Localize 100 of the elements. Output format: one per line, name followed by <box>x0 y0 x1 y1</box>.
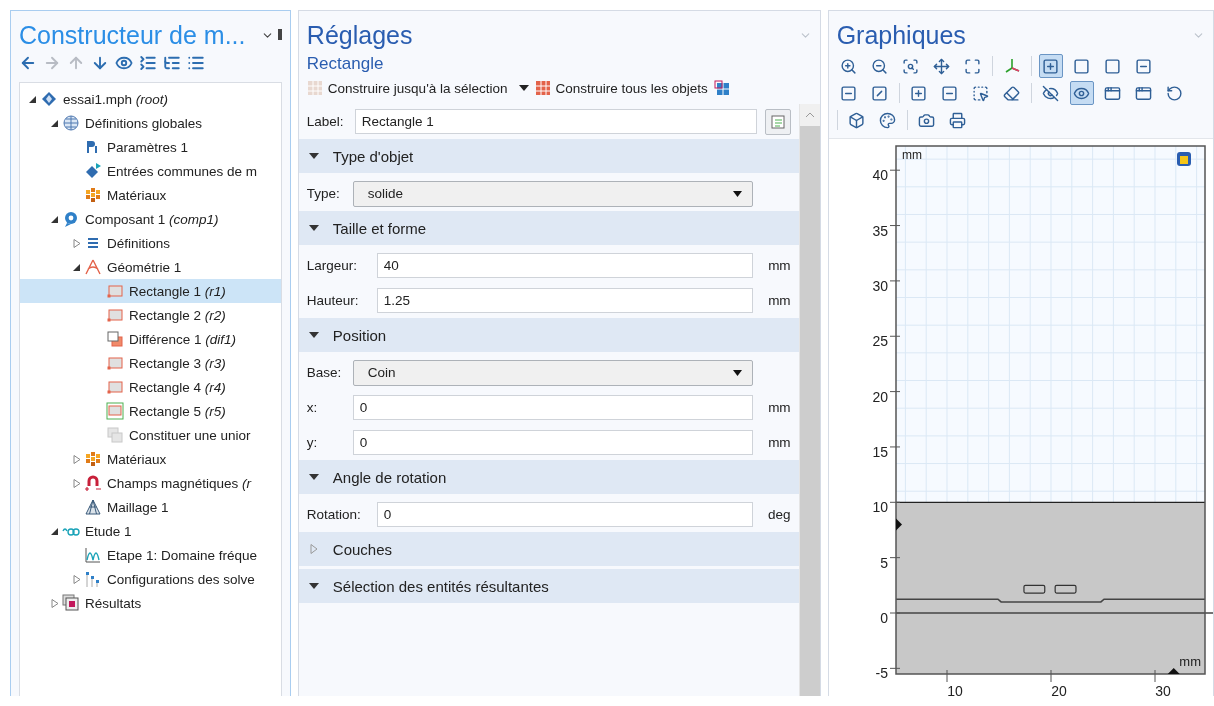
axis-tick-label: 40 <box>872 167 888 184</box>
solver-icon <box>84 570 102 588</box>
tree-item-label: Différence 1 (dif1) <box>129 331 237 347</box>
expand-arrow-icon[interactable] <box>73 238 81 248</box>
expand-all-icon[interactable] <box>163 54 181 72</box>
tree-item-label: Géométrie 1 <box>107 259 182 275</box>
field-label: x: <box>306 400 319 415</box>
input-field[interactable]: 40 <box>376 253 753 278</box>
expand-arrow-icon[interactable] <box>73 574 81 584</box>
panel-title: Graphiques <box>836 21 966 50</box>
tree-item[interactable]: essai1.mph (root) <box>20 87 281 111</box>
axis-tick-label: 0 <box>879 610 888 626</box>
build-button[interactable]: Construire jusqu'à la sélection <box>306 80 529 96</box>
axis-tick-label: 30 <box>1154 683 1171 696</box>
tree-item[interactable]: Rectangle 2 (r2) <box>20 303 281 327</box>
input-field[interactable]: 0 <box>352 430 753 455</box>
tree-item[interactable]: Différence 1 (dif1) <box>20 327 281 351</box>
section-header[interactable]: Type d'objet <box>298 139 799 173</box>
unit-label: mm <box>767 258 791 273</box>
grid-icon <box>534 80 551 96</box>
unit-label: mm <box>767 400 791 415</box>
field-label: Label: <box>306 114 345 129</box>
cube-arrow-icon <box>84 162 102 180</box>
tree-item[interactable]: Géométrie 1 <box>20 255 281 279</box>
caret-icon <box>732 190 742 197</box>
tree-item-label: Rectangle 5 (r5) <box>129 403 226 419</box>
unit-label: mm <box>767 435 791 450</box>
tree-item[interactable]: Résultats <box>20 591 281 615</box>
tree-item[interactable]: Matériaux <box>20 447 281 471</box>
field-label: Hauteur: <box>306 293 360 308</box>
tree-item[interactable]: Etude 1 <box>20 519 281 543</box>
geometry-domain[interactable] <box>895 502 1205 674</box>
collapse-arrow-icon[interactable] <box>29 94 37 104</box>
axis-tick-label: 20 <box>1050 683 1067 696</box>
input-field[interactable]: 1.25 <box>376 288 753 313</box>
materials-icon <box>84 450 102 468</box>
eye-icon[interactable] <box>1069 81 1094 105</box>
collapse-all-icon[interactable] <box>139 54 157 72</box>
small-rectangle[interactable] <box>1023 584 1045 594</box>
axis-tick-label: 5 <box>879 554 888 571</box>
expand-arrow-icon[interactable] <box>73 478 81 488</box>
tree-item-label: Champs magnétiques (r <box>107 475 252 491</box>
collapse-arrow-icon[interactable] <box>51 214 59 224</box>
section-header[interactable]: Angle de rotation <box>298 460 799 494</box>
selection-grid-icon[interactable] <box>713 80 730 96</box>
tree-item-label: Paramètres 1 <box>107 139 189 155</box>
tree-item[interactable]: Champs magnétiques (r <box>20 471 281 495</box>
graphics-canvas[interactable]: 40 35 30 25 20 15 10 5 0 -5 10 20 30 mm mm <box>828 138 1213 696</box>
back-icon[interactable] <box>19 54 37 72</box>
dropdown[interactable]: solide <box>352 180 753 207</box>
difference-icon <box>106 330 124 348</box>
select-icon[interactable] <box>1038 54 1063 78</box>
dropdown[interactable]: Coin <box>352 359 753 386</box>
tree-item[interactable]: Etape 1: Domaine fréque <box>20 543 281 567</box>
collapse-arrow-icon[interactable] <box>51 118 59 128</box>
section-header[interactable]: Sélection des entités résultantes <box>298 569 799 603</box>
input-field[interactable]: 0 <box>376 502 753 527</box>
scrollbar[interactable] <box>798 104 820 696</box>
section-header[interactable]: Taille et forme <box>298 211 799 245</box>
pin-icon[interactable] <box>277 29 282 40</box>
tree-item[interactable]: Rectangle 3 (r3) <box>20 351 281 375</box>
boundary-line[interactable] <box>894 598 1206 603</box>
compass-icon <box>84 258 102 276</box>
build-button[interactable]: Construire tous les objets <box>534 80 708 96</box>
axis-tick-label: 20 <box>872 388 888 405</box>
collapse-arrow-icon[interactable] <box>51 526 59 536</box>
axis-tick-label: 30 <box>872 277 888 294</box>
cube-icon <box>40 90 58 108</box>
tree-item-label: Rectangle 4 (r4) <box>129 379 226 395</box>
tree-item[interactable]: Définitions <box>20 231 281 255</box>
tree-item-label: Rectangle 1 (r1) <box>129 283 226 299</box>
tree-item-label: Etape 1: Domaine fréque <box>107 547 258 563</box>
panel-title: Réglages <box>306 21 413 50</box>
unit-label: mm <box>767 293 791 308</box>
list-icon[interactable] <box>187 54 205 72</box>
section-header[interactable]: Couches <box>298 532 799 566</box>
input-field[interactable]: 0 <box>352 395 753 420</box>
down-arrow-icon[interactable] <box>91 54 109 72</box>
tree-item[interactable]: Composant 1 (comp1) <box>20 207 281 231</box>
input-field[interactable]: Rectangle 1 <box>354 109 757 134</box>
tree-item[interactable]: Paramètres 1 <box>20 135 281 159</box>
caret-icon <box>732 369 742 376</box>
small-rectangle[interactable] <box>1054 584 1077 594</box>
section-header[interactable]: Position <box>298 318 799 352</box>
eye-icon[interactable] <box>115 54 133 72</box>
tree-item-label: Matériaux <box>107 451 167 467</box>
rectangle-icon <box>106 354 124 372</box>
expand-arrow-icon[interactable] <box>73 454 81 464</box>
expand-arrow-icon[interactable] <box>51 598 59 608</box>
globe-icon <box>62 114 80 132</box>
tree-item[interactable]: Rectangle 1 (r1) <box>20 279 281 303</box>
tree-item[interactable]: Rectangle 5 (r5) <box>20 399 281 423</box>
tree-item[interactable]: Entrées communes de m <box>20 159 281 183</box>
tree-item[interactable]: Matériaux <box>20 183 281 207</box>
tree-item[interactable]: Maillage 1 <box>20 495 281 519</box>
tree-item[interactable]: Constituer une unior <box>20 423 281 447</box>
tree-item[interactable]: Rectangle 4 (r4) <box>20 375 281 399</box>
collapse-arrow-icon[interactable] <box>73 262 81 272</box>
tree-item[interactable]: Configurations des solve <box>20 567 281 591</box>
tree-item[interactable]: Définitions globales <box>20 111 281 135</box>
